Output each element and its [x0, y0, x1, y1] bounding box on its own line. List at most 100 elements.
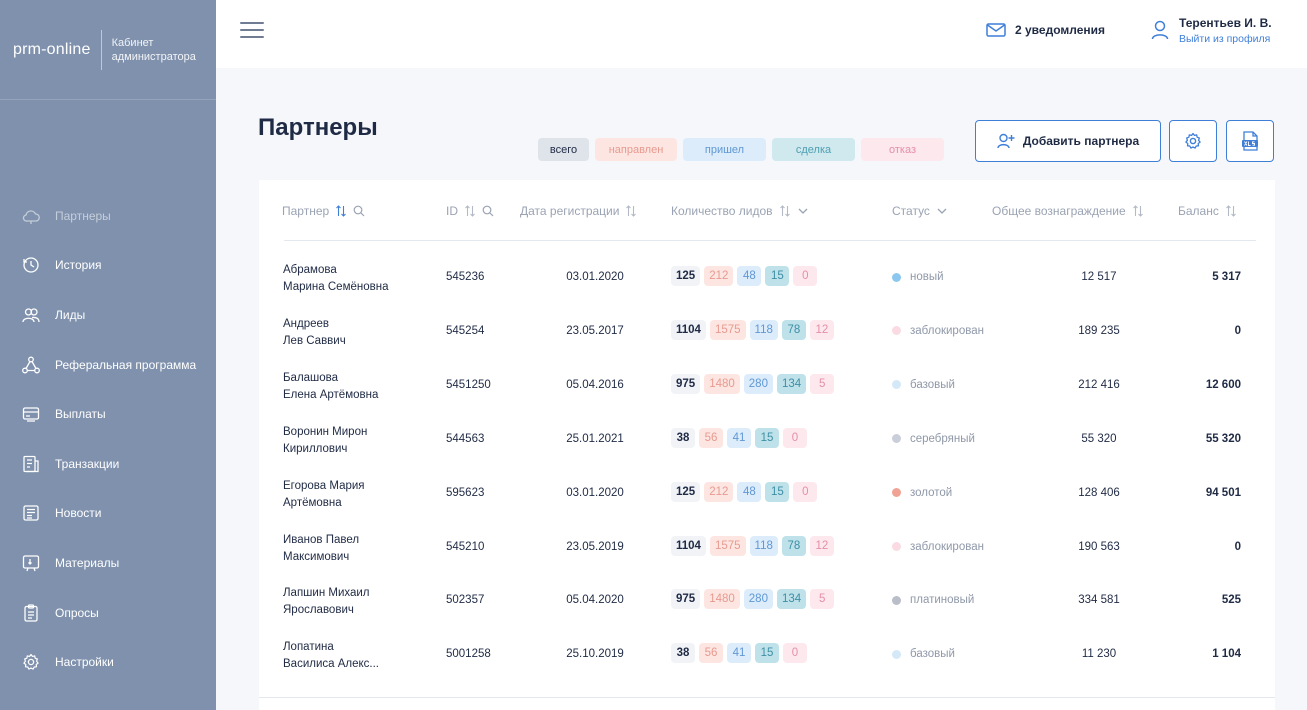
- table-settings-button[interactable]: [1169, 120, 1217, 162]
- balance: 12 600: [1205, 378, 1241, 391]
- column-balance[interactable]: Баланс: [1178, 204, 1237, 218]
- column-reward[interactable]: Общее вознаграждение: [992, 204, 1144, 218]
- sort-icon[interactable]: [779, 205, 791, 217]
- lead-deal-badge: 15: [755, 427, 779, 448]
- total-reward: 212 416: [1078, 378, 1120, 391]
- lead-total-badge: 38: [671, 643, 695, 664]
- status-label: базовый: [910, 648, 955, 661]
- lead-refuse-badge: 12: [809, 535, 834, 556]
- partner-name[interactable]: Лопатина Василиса Алекс...: [283, 639, 423, 673]
- sidebar-item-9[interactable]: Настройки: [0, 637, 216, 687]
- filter-refuse-chip[interactable]: отказ: [861, 138, 944, 161]
- filter-all-chip[interactable]: всего: [538, 138, 589, 161]
- sort-icon[interactable]: [1225, 205, 1237, 217]
- partner-name[interactable]: Абрамова Марина Семёновна: [283, 262, 423, 296]
- status-dot: [892, 649, 901, 659]
- lead-deal-badge: 15: [765, 266, 790, 286]
- partner-id: 544563: [446, 432, 485, 445]
- filter-sent-chip[interactable]: направлен: [595, 138, 677, 161]
- search-icon[interactable]: [482, 205, 494, 217]
- sort-icon[interactable]: [1132, 205, 1144, 217]
- total-reward: 11 230: [1081, 648, 1117, 661]
- menu-icon[interactable]: [240, 22, 264, 40]
- sidebar-item-2[interactable]: Лиды: [0, 290, 216, 340]
- sidebar-item-label: Новости: [55, 506, 102, 521]
- column-status[interactable]: Статус: [892, 204, 948, 218]
- table-row[interactable]: Лапшин Михаил Ярославович 502357 05.04.2020…: [259, 575, 1275, 629]
- partner-name-line-2: Елена Артёмовна: [283, 388, 379, 401]
- partner-id: 595623: [446, 486, 485, 499]
- status-dot: [892, 595, 901, 605]
- status-badge: золотой: [892, 487, 952, 499]
- cabinet-line-2: администратора: [111, 50, 196, 63]
- column-id[interactable]: ID: [446, 204, 494, 218]
- lead-sent-badge: 1480: [704, 589, 740, 610]
- sidebar-item-5[interactable]: Транзакции: [0, 439, 216, 489]
- sort-icon[interactable]: [335, 205, 347, 217]
- partner-id: 502357: [446, 594, 485, 607]
- sidebar-item-3[interactable]: Реферальная программа: [0, 340, 216, 390]
- lead-total-badge: 1104: [671, 319, 706, 340]
- filter-came-chip[interactable]: пришел: [683, 138, 766, 161]
- add-partner-button[interactable]: Добавить партнера: [975, 120, 1161, 162]
- lead-came-badge: 118: [749, 535, 778, 556]
- lead-came-badge: 280: [743, 373, 773, 394]
- partner-id: 545236: [446, 271, 485, 283]
- table-row[interactable]: Андреев Лев Саввич 545254 23.05.2017 1104 157…: [259, 306, 1275, 360]
- table-row[interactable]: Воронин Мирон Кириллович 544563 25.01.2021 3…: [259, 414, 1275, 468]
- lead-came-badge: 48: [737, 481, 762, 502]
- partner-name[interactable]: Лапшин Михаил Ярославович: [283, 585, 423, 619]
- partner-name[interactable]: Егорова Мария Артёмовна: [283, 478, 423, 512]
- column-leads[interactable]: Количество лидов: [671, 204, 809, 218]
- filter-deal-chip[interactable]: сделка: [772, 138, 855, 161]
- partner-name[interactable]: Воронин Мирон Кириллович: [283, 424, 423, 458]
- lead-counts: 38 56 41 15 0: [671, 643, 811, 664]
- column-reg-date[interactable]: Дата регистрации: [520, 204, 637, 218]
- notifications-button[interactable]: 2 уведомления: [986, 22, 1105, 38]
- sidebar-item-label: Реферальная программа: [55, 357, 197, 372]
- lead-refuse-badge: 0: [793, 481, 818, 502]
- partner-id: 545210: [446, 540, 485, 553]
- gear-icon: [1185, 132, 1201, 149]
- logout-link[interactable]: Выйти из профиля: [1179, 33, 1272, 45]
- table-row[interactable]: Абрамова Марина Семёновна 545236 03.01.2020…: [259, 252, 1275, 306]
- partner-name[interactable]: Андреев Лев Саввич: [283, 316, 423, 350]
- partners-table: Партнер ID Дата регистрации Количество л…: [259, 180, 1275, 710]
- sidebar-item-8[interactable]: Опросы: [0, 588, 216, 638]
- sidebar-item-7[interactable]: Материалы: [0, 538, 216, 588]
- partner-name[interactable]: Балашова Елена Артёмовна: [283, 370, 423, 404]
- sort-icon[interactable]: [625, 205, 637, 217]
- status-label: платиновый: [910, 594, 975, 607]
- table-row[interactable]: Егорова Мария Артёмовна 595623 03.01.2020 12…: [259, 468, 1275, 522]
- lead-came-badge: 41: [727, 643, 751, 664]
- column-partner[interactable]: Партнер: [282, 204, 365, 218]
- partner-id: 545254: [446, 324, 485, 337]
- chevron-down-icon[interactable]: [936, 205, 948, 217]
- sidebar-item-0[interactable]: Партнеры: [0, 191, 216, 241]
- search-icon[interactable]: [353, 205, 365, 217]
- total-reward: 334 581: [1078, 594, 1120, 607]
- export-xls-button[interactable]: [1226, 120, 1274, 162]
- chevron-down-icon[interactable]: [797, 205, 809, 217]
- lead-came-badge: 48: [737, 266, 762, 286]
- sidebar-item-4[interactable]: Выплаты: [0, 389, 216, 439]
- partner-name-line-1: Балашова: [283, 371, 339, 384]
- logo[interactable]: prm-online: [13, 29, 102, 70]
- lead-counts: 125 212 48 15 0: [671, 481, 821, 502]
- table-row[interactable]: Иванов Павел Максимович 545210 23.05.2019 11…: [259, 522, 1275, 576]
- sort-icon[interactable]: [464, 205, 476, 217]
- lead-came-badge: 280: [743, 589, 773, 610]
- total-reward: 189 235: [1078, 324, 1120, 337]
- partner-name[interactable]: Иванов Павел Максимович: [283, 532, 423, 566]
- lead-sent-badge: 56: [699, 643, 723, 664]
- table-row[interactable]: Балашова Елена Артёмовна 5451250 05.04.2016…: [259, 360, 1275, 414]
- partner-id: 5001258: [446, 648, 491, 661]
- sidebar-item-6[interactable]: Новости: [0, 489, 216, 539]
- lead-deal-badge: 134: [776, 373, 807, 394]
- sidebar-item-label: Настройки: [55, 655, 114, 670]
- sidebar-item-label: Лиды: [55, 307, 86, 322]
- status-badge: новый: [892, 271, 944, 283]
- sidebar-item-1[interactable]: История: [0, 241, 216, 291]
- table-row[interactable]: Лопатина Василиса Алекс... 5001258 25.10.20…: [259, 629, 1275, 683]
- registration-date: 03.01.2020: [566, 486, 624, 499]
